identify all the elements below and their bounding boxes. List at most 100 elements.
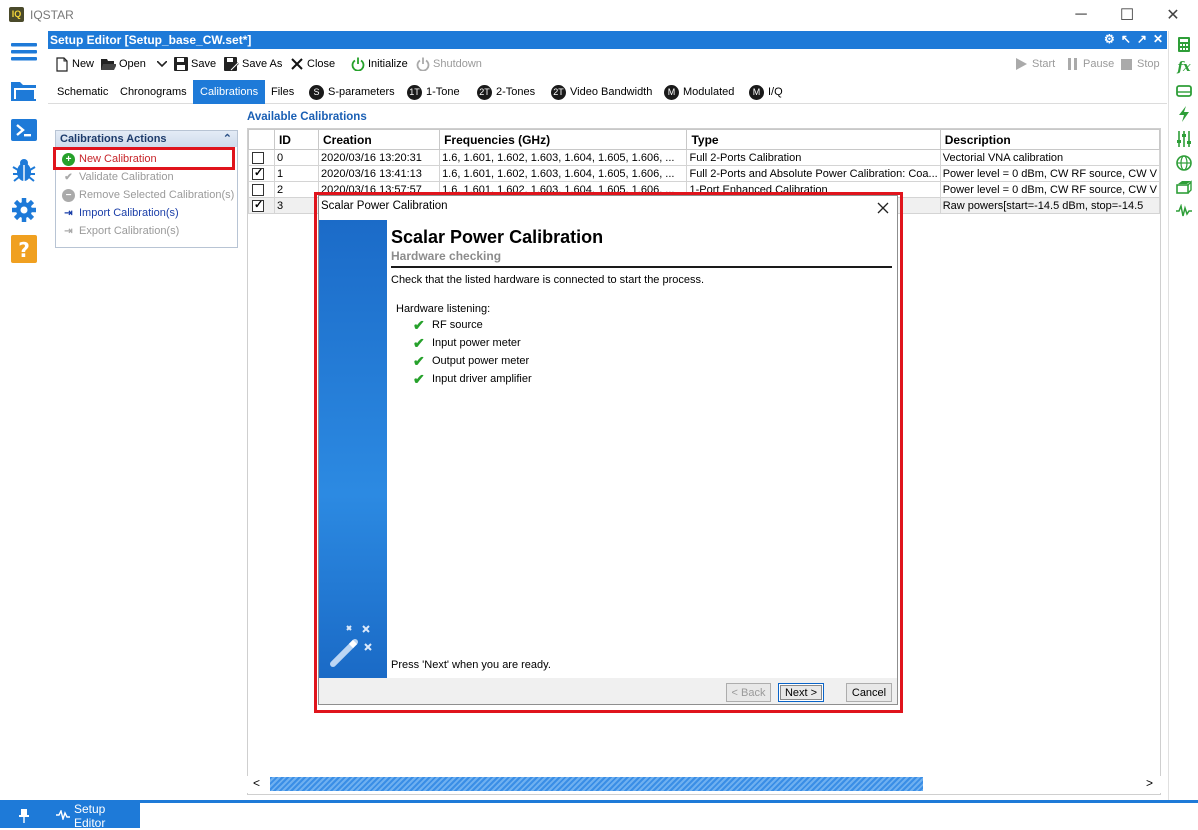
editor-undock-icon[interactable]: ↖ [1121,32,1131,46]
save-as-button[interactable]: Save As [224,55,282,73]
tab-1-tone[interactable]: 1T 1-Tone [400,80,467,104]
chevron-down-icon[interactable] [155,57,170,72]
editor-float-icon[interactable]: ↗ [1137,32,1147,46]
horizontal-scrollbar[interactable]: < > [247,776,1161,793]
minimize-button[interactable]: ─ [1058,0,1104,30]
power-on-icon [350,57,365,72]
play-icon [1014,57,1029,72]
row-checkbox[interactable] [252,199,264,212]
scroll-right-icon[interactable]: > [1146,776,1153,790]
cell-description: Vectorial VNA calibration [939,149,1160,166]
maximize-button[interactable]: ☐ [1104,0,1150,30]
column-header[interactable]: Creation [317,129,441,150]
cell-id: 0 [273,149,319,166]
table-header-row: ID Creation Frequencies (GHz) Type Descr… [248,129,1160,150]
collapse-chevron-icon[interactable]: ⌃ [223,132,232,145]
row-checkbox[interactable] [252,183,264,196]
scroll-left-icon[interactable]: < [253,776,260,790]
sliders-icon[interactable] [1175,130,1193,148]
pause-button[interactable]: Pause [1065,55,1114,73]
close-button[interactable]: Close [289,55,335,73]
open-button[interactable]: Open [101,55,170,73]
cell-id: 3 [273,197,319,214]
validate-calibration-action[interactable]: ✔ Validate Calibration [62,169,173,185]
setup-editor-tab[interactable]: Setup Editor [48,802,140,830]
export-calibration-action[interactable]: ⇥ Export Calibration(s) [62,223,179,239]
title-bar: IQ IQSTAR ─ ☐ ✕ [0,0,1198,31]
highlight-box-new-calibration [53,147,235,170]
column-header[interactable]: Type [686,129,941,150]
start-button[interactable]: Start [1014,55,1055,73]
s-parameters-icon: S [309,84,324,100]
column-header[interactable]: Frequencies (GHz) [439,129,688,150]
cell-creation: 2020/03/16 13:41:13 [317,165,441,182]
new-button[interactable]: New [54,55,94,73]
select-column-header [248,129,275,150]
editor-close-icon[interactable]: ✕ [1153,32,1163,46]
column-header[interactable]: Description [939,129,1160,150]
editor-header: Setup Editor [Setup_base_CW.set*] ⚙ ↖ ↗ … [48,31,1167,49]
actions-header: Calibrations Actions ⌃ [56,131,237,147]
two-tones-icon: 2T [477,84,492,100]
stop-icon [1119,57,1134,72]
cell-frequencies: 1.6, 1.601, 1.602, 1.603, 1.604, 1.605, … [439,165,688,182]
cell-type: Full 2-Ports Calibration [686,149,941,166]
close-window-button[interactable]: ✕ [1150,0,1196,30]
tab-files[interactable]: Files [264,80,301,104]
highlight-box-dialog [314,192,903,713]
tab-video-bandwidth[interactable]: 2T Video Bandwidth [544,80,659,104]
scrollbar-thumb[interactable] [270,777,923,791]
gear-icon[interactable] [10,196,38,224]
new-file-icon [54,56,69,72]
folder-icon[interactable] [10,77,38,105]
shutdown-button[interactable]: Shutdown [415,55,482,73]
cell-description: Power level = 0 dBm, CW RF source, CW V [939,165,1160,182]
power-off-icon [415,57,430,72]
cell-type: Full 2-Ports and Absolute Power Calibrat… [686,165,941,182]
app-logo: IQ [9,7,24,22]
menu-icon[interactable] [10,38,38,66]
bug-icon[interactable] [10,156,38,184]
available-calibrations-title: Available Calibrations [247,111,367,123]
cell-id: 1 [273,165,319,182]
terminal-icon[interactable] [10,116,38,144]
waveform-icon[interactable] [1175,202,1193,220]
table-row[interactable]: 0 2020/03/16 13:20:31 1.6, 1.601, 1.602,… [248,149,1160,166]
svg-text:?: ? [18,238,30,262]
initialize-button[interactable]: Initialize [350,55,408,73]
import-calibration-action[interactable]: ⇥ Import Calibration(s) [62,205,178,221]
globe-icon[interactable] [1175,154,1193,172]
table-row[interactable]: 1 2020/03/16 13:41:13 1.6, 1.601, 1.602,… [248,165,1160,182]
toolbar: New Open Save Save As Close Initialize S… [48,52,1167,76]
tab-calibrations[interactable]: Calibrations [193,80,266,104]
tab-s-parameters[interactable]: S S-parameters [302,80,402,104]
row-checkbox[interactable] [252,151,264,164]
import-icon: ⇥ [64,207,73,219]
column-header[interactable]: ID [273,129,319,150]
pin-icon[interactable] [0,803,48,828]
remove-calibration-action[interactable]: − Remove Selected Calibration(s) [62,187,234,203]
function-icon[interactable]: fx [1175,58,1193,76]
lightning-icon[interactable] [1175,105,1193,123]
tab-modulated[interactable]: M Modulated [657,80,741,104]
calculator-icon[interactable] [1175,35,1193,53]
stop-button[interactable]: Stop [1119,55,1160,73]
one-tone-icon: 1T [407,84,422,100]
video-bandwidth-icon: 2T [551,84,566,100]
tab-schematic[interactable]: Schematic [50,80,115,104]
help-icon[interactable]: ? [10,235,38,263]
row-checkbox[interactable] [252,167,264,180]
save-icon [173,57,188,72]
drive-icon[interactable] [1175,82,1193,100]
tab-2-tones[interactable]: 2T 2-Tones [470,80,542,104]
pause-icon [1065,57,1080,72]
bottom-bar: Setup Editor [0,800,1198,830]
editor-settings-icon[interactable]: ⚙ [1104,32,1115,46]
modulated-icon: M [664,84,679,100]
remove-circle-icon: − [62,188,75,202]
hardware-icon[interactable] [1175,178,1193,196]
tab-chronograms[interactable]: Chronograms [113,80,194,104]
tab-iq[interactable]: M I/Q [742,80,790,104]
save-button[interactable]: Save [173,55,216,73]
cell-frequencies: 1.6, 1.601, 1.602, 1.603, 1.604, 1.605, … [439,149,688,166]
